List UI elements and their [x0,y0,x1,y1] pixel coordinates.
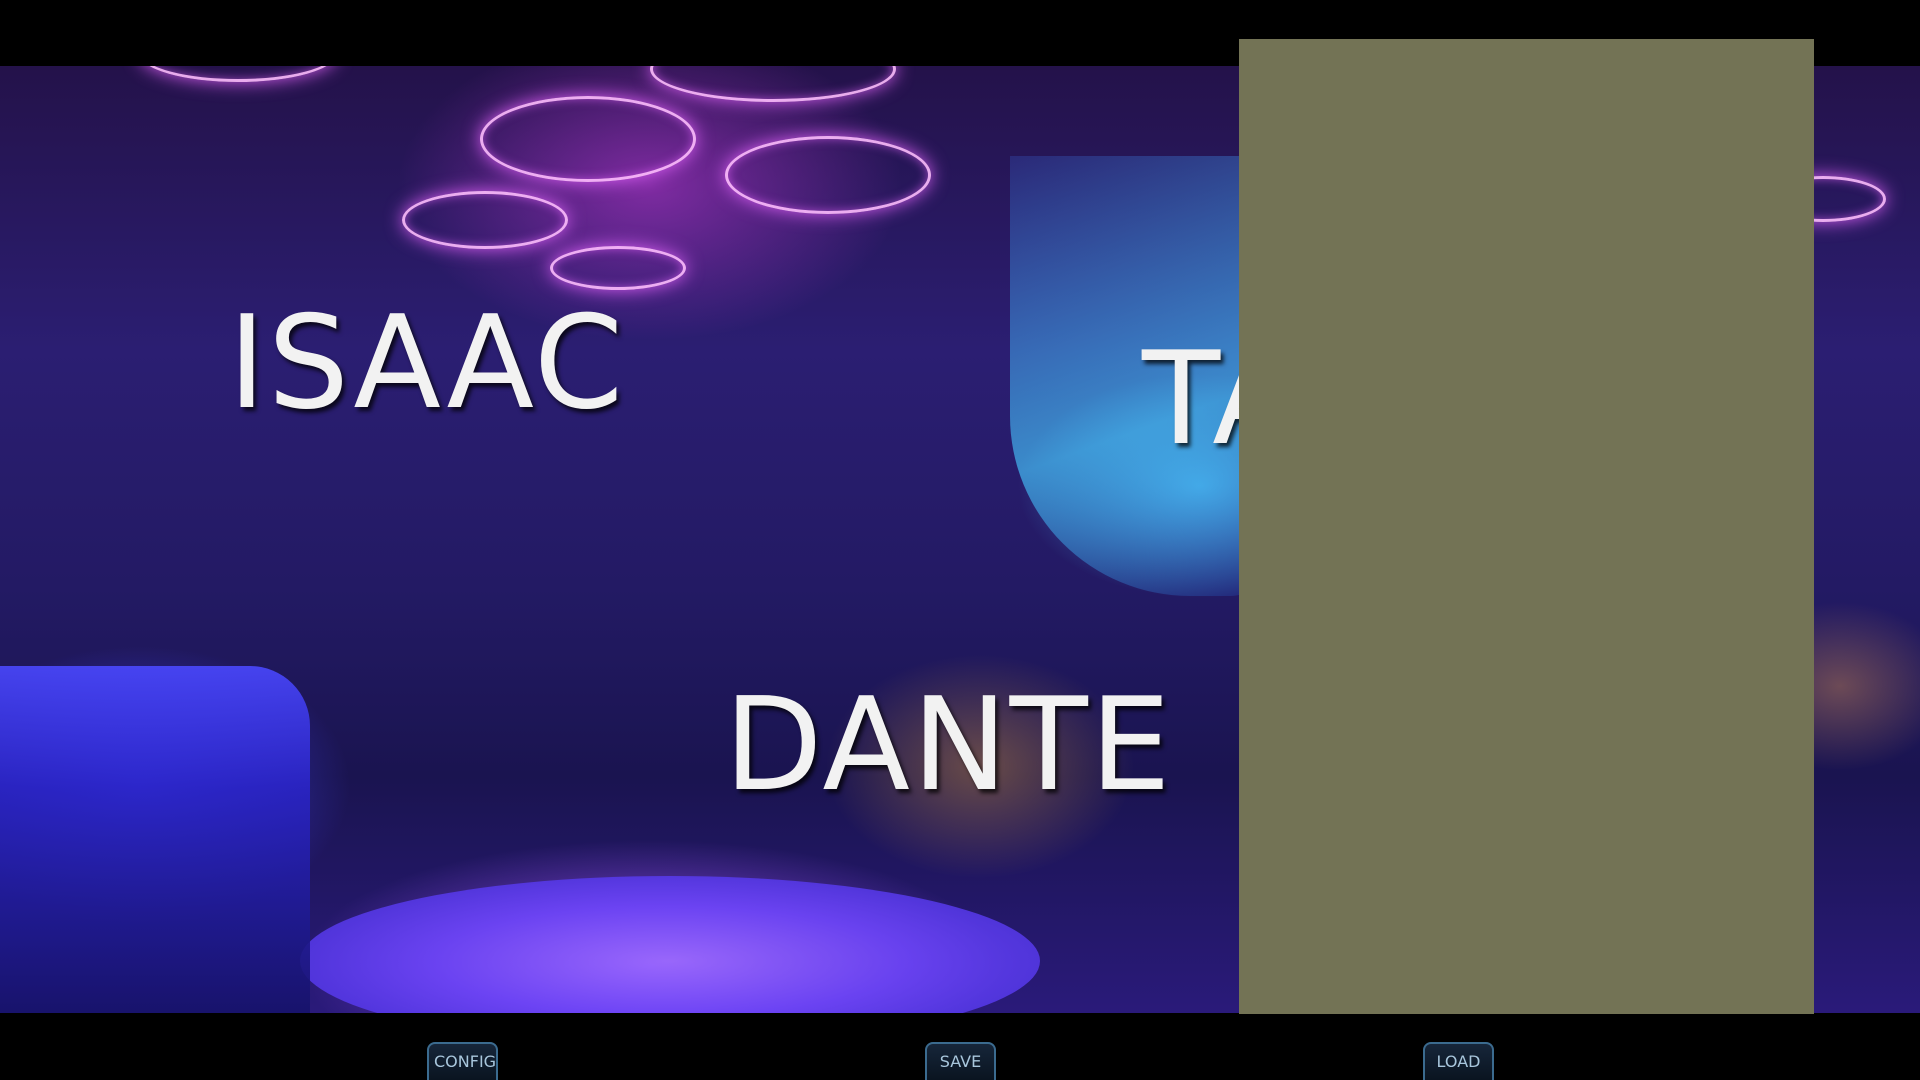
load-button[interactable]: LOAD [1423,1042,1494,1080]
ceiling-light-ring [550,246,686,290]
game-screen: ISAAC TA DANTE CONFIG SAVE LOAD [0,0,1920,1080]
ceiling-light-ring [725,136,931,214]
ceiling-light-ring [140,66,336,82]
character-choice-dante[interactable]: DANTE [724,682,1173,810]
save-button[interactable]: SAVE [925,1042,996,1080]
config-button[interactable]: CONFIG [427,1042,498,1080]
scene-couch [0,666,310,1013]
ceiling-light-ring [650,66,896,102]
ceiling-light-ring [480,96,696,182]
scene-dance-floor [300,876,1040,1013]
overlay-panel [1239,39,1814,1014]
character-choice-isaac[interactable]: ISAAC [228,300,625,428]
ceiling-light-ring [402,191,568,249]
